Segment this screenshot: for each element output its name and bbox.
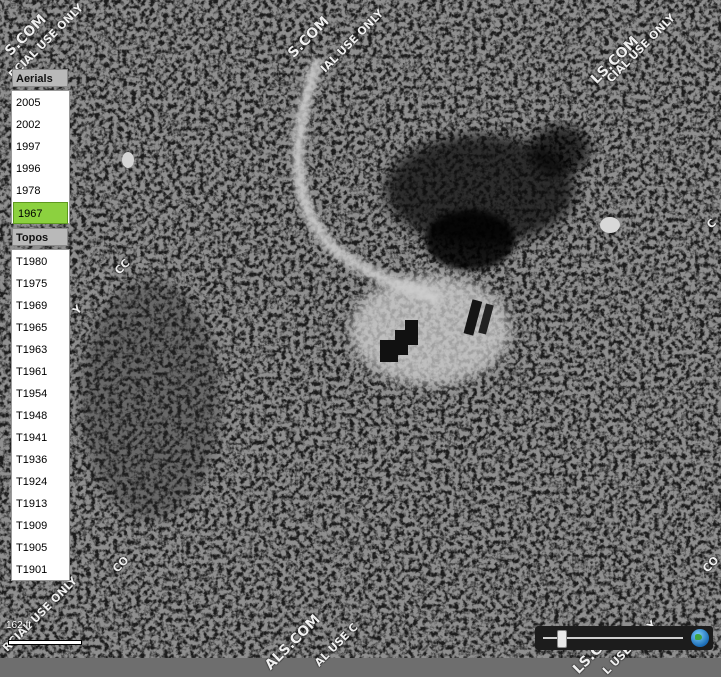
topo-year-item[interactable]: T1913 [12,493,69,515]
aerial-year-item[interactable]: 2002 [12,114,69,136]
zoom-control [535,626,713,650]
aerials-year-list: 2005 2002 1997 1996 1978 1967 [11,90,70,224]
topo-year-item[interactable]: T1901 [12,559,69,581]
globe-icon[interactable] [691,629,709,647]
aerial-year-item-selected[interactable]: 1967 [13,202,68,224]
topo-year-item[interactable]: T1905 [12,537,69,559]
topos-header: Topos [12,228,68,246]
topo-year-item[interactable]: T1975 [12,273,69,295]
topo-year-item[interactable]: T1941 [12,427,69,449]
topo-year-item[interactable]: T1909 [12,515,69,537]
scale-bar [8,640,82,645]
topo-year-item[interactable]: T1954 [12,383,69,405]
topo-year-item[interactable]: T1965 [12,317,69,339]
topo-year-item[interactable]: T1980 [12,251,69,273]
aerials-header: Aerials [12,69,68,87]
topo-year-item[interactable]: T1969 [12,295,69,317]
aerial-year-item[interactable]: 2005 [12,92,69,114]
aerial-year-item[interactable]: 1996 [12,158,69,180]
aerial-year-item[interactable]: 1978 [12,180,69,202]
aerial-year-item[interactable]: 1997 [12,136,69,158]
scale-label: 162 ft [6,620,32,631]
topo-year-item[interactable]: T1936 [12,449,69,471]
topo-year-item[interactable]: T1924 [12,471,69,493]
topos-year-list: T1980 T1975 T1969 T1965 T1963 T1961 T195… [11,249,70,581]
topo-year-item[interactable]: T1961 [12,361,69,383]
zoom-slider-handle[interactable] [557,630,567,648]
topo-year-item[interactable]: T1963 [12,339,69,361]
topo-year-item[interactable]: T1948 [12,405,69,427]
aerial-map[interactable] [0,0,721,658]
